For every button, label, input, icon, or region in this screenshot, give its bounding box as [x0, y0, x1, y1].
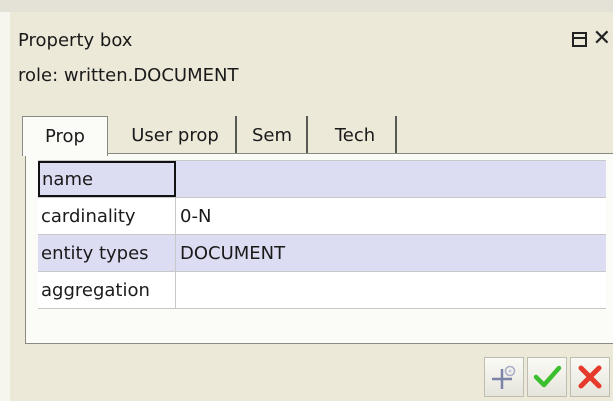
panel-title: Property box	[18, 30, 133, 51]
tab-user-prop[interactable]: User prop	[115, 116, 237, 154]
table-row: cardinality 0-N	[38, 198, 606, 235]
property-key-cell[interactable]: aggregation	[38, 272, 176, 308]
property-box-content: Property box ✕ role: written.DOCUMENT Pr…	[10, 12, 613, 401]
tab-prop[interactable]: Prop	[22, 116, 108, 156]
restore-window-icon[interactable]	[571, 31, 587, 47]
property-value-cell[interactable]	[176, 161, 606, 197]
top-border-strip	[0, 0, 613, 12]
property-key-cell[interactable]: cardinality	[38, 198, 176, 234]
red-x-icon	[578, 365, 602, 389]
tab-label: Tech	[334, 124, 376, 146]
table-row: name	[38, 161, 606, 198]
property-value-cell[interactable]	[176, 272, 606, 308]
checkmark-icon	[533, 365, 562, 388]
property-box-panel: Property box ✕ role: written.DOCUMENT Pr…	[0, 0, 613, 401]
tab-label: Sem	[251, 124, 293, 146]
property-value-cell[interactable]: DOCUMENT	[176, 235, 606, 271]
tab-label: Prop	[45, 126, 85, 147]
property-value-cell[interactable]: 0-N	[176, 198, 606, 234]
action-buttons	[484, 357, 610, 397]
add-button[interactable]	[484, 357, 524, 397]
tab-label: User prop	[131, 124, 219, 146]
property-table: name cardinality 0-N entity types DOCUME…	[38, 160, 606, 309]
title-controls: ✕	[571, 28, 611, 50]
tab-content-sheet: name cardinality 0-N entity types DOCUME…	[25, 153, 613, 344]
cancel-button[interactable]	[570, 357, 610, 397]
table-row: entity types DOCUMENT	[38, 235, 606, 272]
property-key-cell[interactable]: entity types	[38, 235, 176, 271]
tab-sem[interactable]: Sem	[238, 116, 308, 154]
close-icon[interactable]: ✕	[593, 28, 611, 50]
add-sparkle-icon	[492, 365, 516, 389]
table-row: aggregation	[38, 272, 606, 309]
tab-tech[interactable]: Tech	[315, 116, 397, 154]
confirm-button[interactable]	[527, 357, 567, 397]
role-label: role: written.DOCUMENT	[18, 65, 239, 86]
property-key-cell[interactable]: name	[38, 161, 176, 197]
left-edge	[0, 12, 10, 401]
